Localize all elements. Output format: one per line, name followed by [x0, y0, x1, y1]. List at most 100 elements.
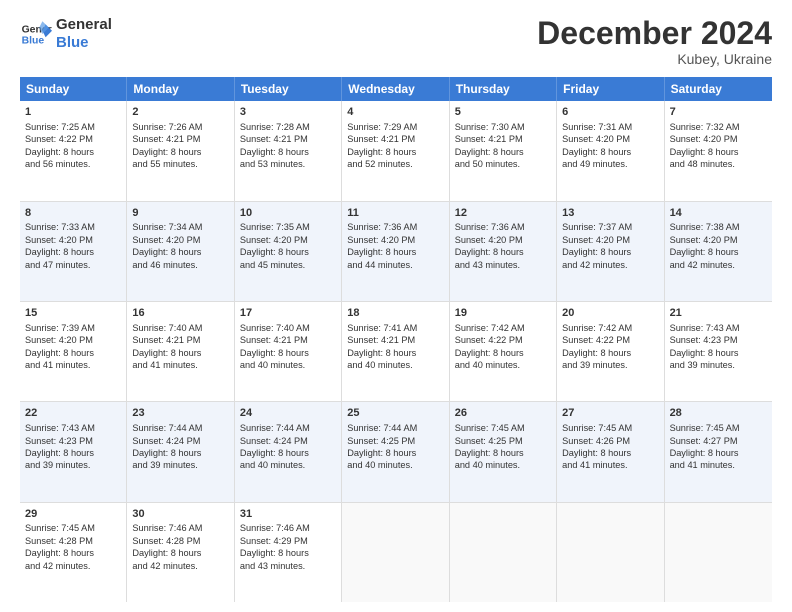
- day-number: 7: [670, 105, 767, 120]
- day-info-line-2: Sunset: 4:20 PM: [132, 234, 228, 246]
- day-cell-13: 13Sunrise: 7:37 AMSunset: 4:20 PMDayligh…: [557, 202, 664, 301]
- day-number: 29: [25, 507, 121, 522]
- day-number: 9: [132, 206, 228, 221]
- empty-cell: [665, 503, 772, 602]
- day-info-line-3: Daylight: 8 hours: [455, 347, 551, 359]
- day-info-line-2: Sunset: 4:26 PM: [562, 435, 658, 447]
- day-info-line-1: Sunrise: 7:39 AM: [25, 322, 121, 334]
- day-info-line-4: and 41 minutes.: [670, 459, 767, 471]
- day-cell-31: 31Sunrise: 7:46 AMSunset: 4:29 PMDayligh…: [235, 503, 342, 602]
- day-info-line-4: and 47 minutes.: [25, 259, 121, 271]
- day-info-line-3: Daylight: 8 hours: [455, 146, 551, 158]
- calendar-body: 1Sunrise: 7:25 AMSunset: 4:22 PMDaylight…: [20, 101, 772, 602]
- day-info-line-3: Daylight: 8 hours: [347, 447, 443, 459]
- day-info-line-1: Sunrise: 7:33 AM: [25, 221, 121, 233]
- logo-text-blue: Blue: [56, 34, 112, 52]
- day-number: 2: [132, 105, 228, 120]
- day-cell-1: 1Sunrise: 7:25 AMSunset: 4:22 PMDaylight…: [20, 101, 127, 200]
- calendar: SundayMondayTuesdayWednesdayThursdayFrid…: [20, 77, 772, 602]
- day-number: 22: [25, 406, 121, 421]
- day-cell-22: 22Sunrise: 7:43 AMSunset: 4:23 PMDayligh…: [20, 402, 127, 501]
- day-info-line-3: Daylight: 8 hours: [25, 146, 121, 158]
- day-info-line-1: Sunrise: 7:42 AM: [562, 322, 658, 334]
- month-title: December 2024: [537, 16, 772, 51]
- day-cell-11: 11Sunrise: 7:36 AMSunset: 4:20 PMDayligh…: [342, 202, 449, 301]
- day-number: 23: [132, 406, 228, 421]
- day-cell-3: 3Sunrise: 7:28 AMSunset: 4:21 PMDaylight…: [235, 101, 342, 200]
- weekday-header-friday: Friday: [557, 77, 664, 101]
- general-blue-logo-icon: General Blue: [20, 18, 52, 50]
- day-info-line-4: and 42 minutes.: [670, 259, 767, 271]
- day-info-line-1: Sunrise: 7:46 AM: [132, 522, 228, 534]
- day-info-line-1: Sunrise: 7:35 AM: [240, 221, 336, 233]
- day-number: 18: [347, 306, 443, 321]
- day-info-line-3: Daylight: 8 hours: [132, 347, 228, 359]
- day-info-line-4: and 39 minutes.: [132, 459, 228, 471]
- day-cell-2: 2Sunrise: 7:26 AMSunset: 4:21 PMDaylight…: [127, 101, 234, 200]
- empty-cell: [342, 503, 449, 602]
- day-info-line-4: and 42 minutes.: [132, 560, 228, 572]
- day-info-line-1: Sunrise: 7:44 AM: [347, 422, 443, 434]
- day-info-line-4: and 49 minutes.: [562, 158, 658, 170]
- day-info-line-3: Daylight: 8 hours: [25, 547, 121, 559]
- day-info-line-2: Sunset: 4:21 PM: [132, 334, 228, 346]
- day-info-line-2: Sunset: 4:20 PM: [240, 234, 336, 246]
- day-cell-28: 28Sunrise: 7:45 AMSunset: 4:27 PMDayligh…: [665, 402, 772, 501]
- day-info-line-1: Sunrise: 7:40 AM: [240, 322, 336, 334]
- day-info-line-3: Daylight: 8 hours: [240, 447, 336, 459]
- day-number: 24: [240, 406, 336, 421]
- day-info-line-4: and 44 minutes.: [347, 259, 443, 271]
- day-info-line-1: Sunrise: 7:44 AM: [132, 422, 228, 434]
- day-info-line-2: Sunset: 4:25 PM: [455, 435, 551, 447]
- day-number: 19: [455, 306, 551, 321]
- day-info-line-1: Sunrise: 7:45 AM: [562, 422, 658, 434]
- day-info-line-4: and 40 minutes.: [347, 359, 443, 371]
- day-info-line-2: Sunset: 4:22 PM: [562, 334, 658, 346]
- day-info-line-4: and 46 minutes.: [132, 259, 228, 271]
- day-info-line-1: Sunrise: 7:43 AM: [25, 422, 121, 434]
- day-info-line-1: Sunrise: 7:36 AM: [455, 221, 551, 233]
- day-info-line-2: Sunset: 4:29 PM: [240, 535, 336, 547]
- empty-cell: [450, 503, 557, 602]
- day-info-line-2: Sunset: 4:24 PM: [240, 435, 336, 447]
- day-info-line-1: Sunrise: 7:28 AM: [240, 121, 336, 133]
- day-info-line-4: and 42 minutes.: [562, 259, 658, 271]
- day-info-line-1: Sunrise: 7:37 AM: [562, 221, 658, 233]
- weekday-header-monday: Monday: [127, 77, 234, 101]
- day-info-line-3: Daylight: 8 hours: [455, 447, 551, 459]
- day-info-line-1: Sunrise: 7:29 AM: [347, 121, 443, 133]
- day-info-line-1: Sunrise: 7:32 AM: [670, 121, 767, 133]
- day-info-line-4: and 52 minutes.: [347, 158, 443, 170]
- day-info-line-3: Daylight: 8 hours: [670, 447, 767, 459]
- day-info-line-2: Sunset: 4:21 PM: [347, 133, 443, 145]
- day-info-line-1: Sunrise: 7:45 AM: [455, 422, 551, 434]
- day-info-line-2: Sunset: 4:20 PM: [455, 234, 551, 246]
- calendar-row-4: 22Sunrise: 7:43 AMSunset: 4:23 PMDayligh…: [20, 402, 772, 502]
- calendar-header: SundayMondayTuesdayWednesdayThursdayFrid…: [20, 77, 772, 101]
- day-info-line-3: Daylight: 8 hours: [132, 547, 228, 559]
- day-info-line-3: Daylight: 8 hours: [240, 246, 336, 258]
- day-info-line-2: Sunset: 4:21 PM: [455, 133, 551, 145]
- day-info-line-2: Sunset: 4:20 PM: [347, 234, 443, 246]
- day-number: 14: [670, 206, 767, 221]
- location: Kubey, Ukraine: [537, 51, 772, 67]
- day-info-line-4: and 42 minutes.: [25, 560, 121, 572]
- weekday-header-thursday: Thursday: [450, 77, 557, 101]
- day-info-line-4: and 41 minutes.: [562, 459, 658, 471]
- day-cell-4: 4Sunrise: 7:29 AMSunset: 4:21 PMDaylight…: [342, 101, 449, 200]
- day-number: 17: [240, 306, 336, 321]
- day-info-line-3: Daylight: 8 hours: [25, 246, 121, 258]
- day-info-line-1: Sunrise: 7:25 AM: [25, 121, 121, 133]
- day-info-line-1: Sunrise: 7:38 AM: [670, 221, 767, 233]
- day-cell-19: 19Sunrise: 7:42 AMSunset: 4:22 PMDayligh…: [450, 302, 557, 401]
- day-info-line-1: Sunrise: 7:40 AM: [132, 322, 228, 334]
- day-info-line-4: and 53 minutes.: [240, 158, 336, 170]
- day-info-line-2: Sunset: 4:21 PM: [347, 334, 443, 346]
- day-cell-14: 14Sunrise: 7:38 AMSunset: 4:20 PMDayligh…: [665, 202, 772, 301]
- day-number: 6: [562, 105, 658, 120]
- day-number: 21: [670, 306, 767, 321]
- day-info-line-1: Sunrise: 7:34 AM: [132, 221, 228, 233]
- day-info-line-4: and 45 minutes.: [240, 259, 336, 271]
- weekday-header-tuesday: Tuesday: [235, 77, 342, 101]
- day-info-line-3: Daylight: 8 hours: [670, 146, 767, 158]
